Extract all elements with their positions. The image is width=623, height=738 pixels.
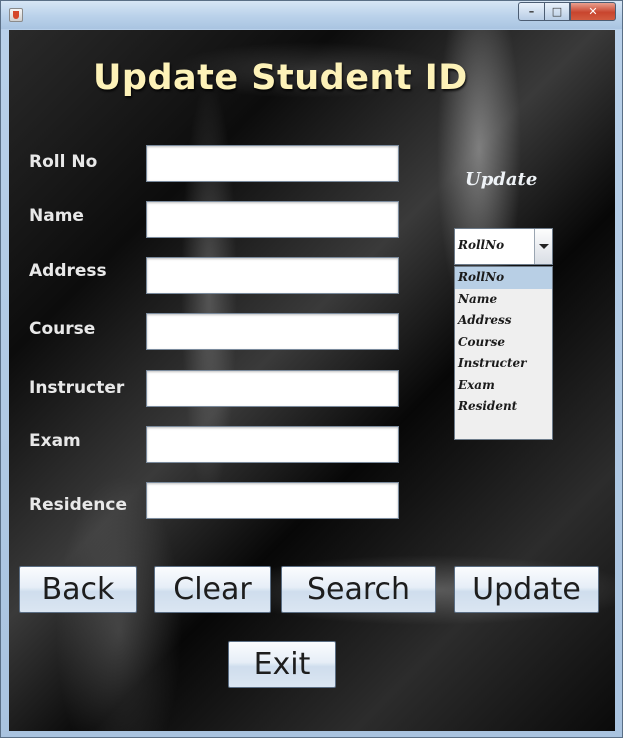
window-controls: – □ ✕ <box>518 2 616 21</box>
title-bar[interactable]: – □ ✕ <box>1 1 622 29</box>
address-input[interactable] <box>146 257 399 294</box>
course-input[interactable] <box>146 313 399 350</box>
course-label: Course <box>29 319 96 339</box>
dropdown-option-instructer[interactable]: Instructer <box>455 353 552 375</box>
name-input[interactable] <box>146 201 399 238</box>
roll-no-input[interactable] <box>146 145 399 182</box>
exit-button[interactable]: Exit <box>228 641 336 688</box>
exam-input[interactable] <box>146 426 399 463</box>
close-button[interactable]: ✕ <box>570 2 616 21</box>
name-label: Name <box>29 206 84 226</box>
dropdown-option-name[interactable]: Name <box>455 289 552 311</box>
combobox-selected-value: RollNo <box>458 238 505 252</box>
instructer-label: Instructer <box>29 378 125 398</box>
java-app-icon <box>9 8 23 22</box>
form-panel: Update Student ID Roll No Name Address C… <box>9 30 615 731</box>
residence-label: Residence <box>29 495 127 515</box>
address-label: Address <box>29 261 107 281</box>
back-button[interactable]: Back <box>19 566 137 613</box>
roll-no-label: Roll No <box>29 152 98 172</box>
instructer-input[interactable] <box>146 370 399 407</box>
update-field-dropdown-list: RollNo Name Address Course Instructer Ex… <box>454 266 553 440</box>
minimize-button[interactable]: – <box>518 2 544 21</box>
residence-input[interactable] <box>146 482 399 519</box>
update-field-caption: Update <box>465 169 538 190</box>
exam-label: Exam <box>29 431 81 451</box>
dropdown-option-course[interactable]: Course <box>455 332 552 354</box>
dropdown-option-exam[interactable]: Exam <box>455 375 552 397</box>
maximize-button[interactable]: □ <box>544 2 570 21</box>
update-field-combobox[interactable]: RollNo <box>454 228 553 265</box>
clear-button[interactable]: Clear <box>154 566 271 613</box>
dropdown-option-address[interactable]: Address <box>455 310 552 332</box>
search-button[interactable]: Search <box>281 566 436 613</box>
chevron-down-icon[interactable] <box>534 229 552 264</box>
dropdown-option-rollno[interactable]: RollNo <box>455 267 552 289</box>
update-button[interactable]: Update <box>454 566 599 613</box>
app-window: – □ ✕ Update Student ID Roll No Name Add… <box>0 0 623 738</box>
dropdown-option-resident[interactable]: Resident <box>455 396 552 418</box>
page-title: Update Student ID <box>93 58 468 98</box>
